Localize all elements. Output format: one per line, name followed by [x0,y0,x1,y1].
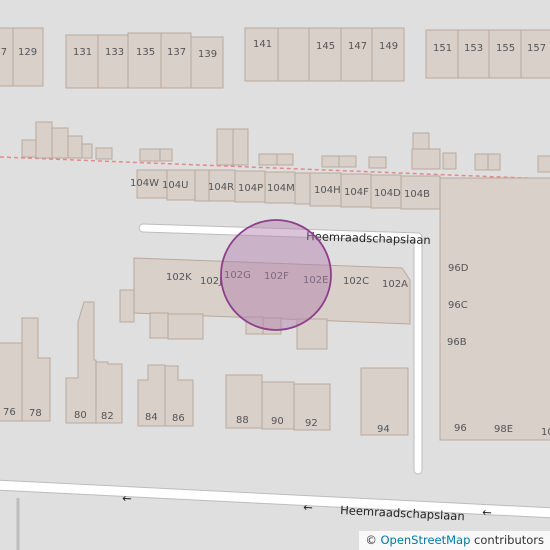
house-number-label: 104D [374,188,401,199]
house-number-label: 104P [238,183,263,194]
house-number-label: 131 [73,47,92,58]
house-number-label: 82 [101,411,114,422]
street-name-label: Heemraadschapslaan [306,229,431,247]
house-number-label: 133 [105,47,124,58]
house-number-label: 145 [316,41,335,52]
house-number-label: 137 [167,47,186,58]
house-number-label: 84 [145,412,158,423]
oneway-arrow-icon: ← [303,500,313,514]
house-number-label: 96 [454,423,467,434]
house-number-label: 86 [172,413,185,424]
oneway-arrow-icon: ← [122,491,132,505]
house-number-label: 80 [74,410,87,421]
house-number-label: 104U [162,180,188,191]
house-number-label: 147 [348,41,367,52]
house-number-label: 129 [18,47,37,58]
attribution-suffix: contributors [470,533,544,547]
house-number-label: 98E [494,424,513,435]
buildings-top-row [0,27,550,89]
house-number-label: 78 [29,408,42,419]
openstreetmap-link[interactable]: OpenStreetMap [380,533,470,547]
house-number-label: 141 [253,39,272,50]
copyright-symbol: © [365,533,377,547]
house-number-label: 96D [448,263,469,274]
house-number-label: 155 [496,43,515,54]
house-number-label: 102C [343,276,369,287]
house-number-label: 127 [0,47,7,58]
house-number-label: 102K [166,272,192,283]
house-number-label: 104M [267,183,295,194]
house-number-label: 135 [136,47,155,58]
house-number-label: 149 [379,41,398,52]
house-number-label: 153 [464,43,483,54]
location-circle-marker[interactable] [220,219,332,331]
house-number-label: 96B [447,337,467,348]
house-number-label: 104B [404,189,430,200]
oneway-arrow-icon: ← [482,505,492,519]
buildings-sheds [21,121,550,173]
house-number-label: 100 [541,427,550,438]
house-number-label: 104W [130,178,159,189]
house-number-label: 96C [448,300,468,311]
house-number-label: 104H [314,185,341,196]
house-number-label: 104F [344,187,369,198]
house-number-label: 139 [198,49,217,60]
attribution: © OpenStreetMap contributors [359,531,550,550]
house-number-label: 76 [3,407,16,418]
house-number-label: 102A [382,279,408,290]
house-number-label: 102J [200,276,222,287]
house-number-label: 88 [236,415,249,426]
map-canvas: 127 129 131 133 135 137 139 141 145 147 … [0,27,550,550]
house-number-label: 94 [377,424,390,435]
house-number-label: 151 [433,43,452,54]
map-view[interactable]: 127 129 131 133 135 137 139 141 145 147 … [0,0,550,550]
house-number-label: 90 [271,416,284,427]
house-number-label: 92 [305,418,318,429]
house-number-label: 104R [208,182,234,193]
house-number-label: 157 [527,43,546,54]
